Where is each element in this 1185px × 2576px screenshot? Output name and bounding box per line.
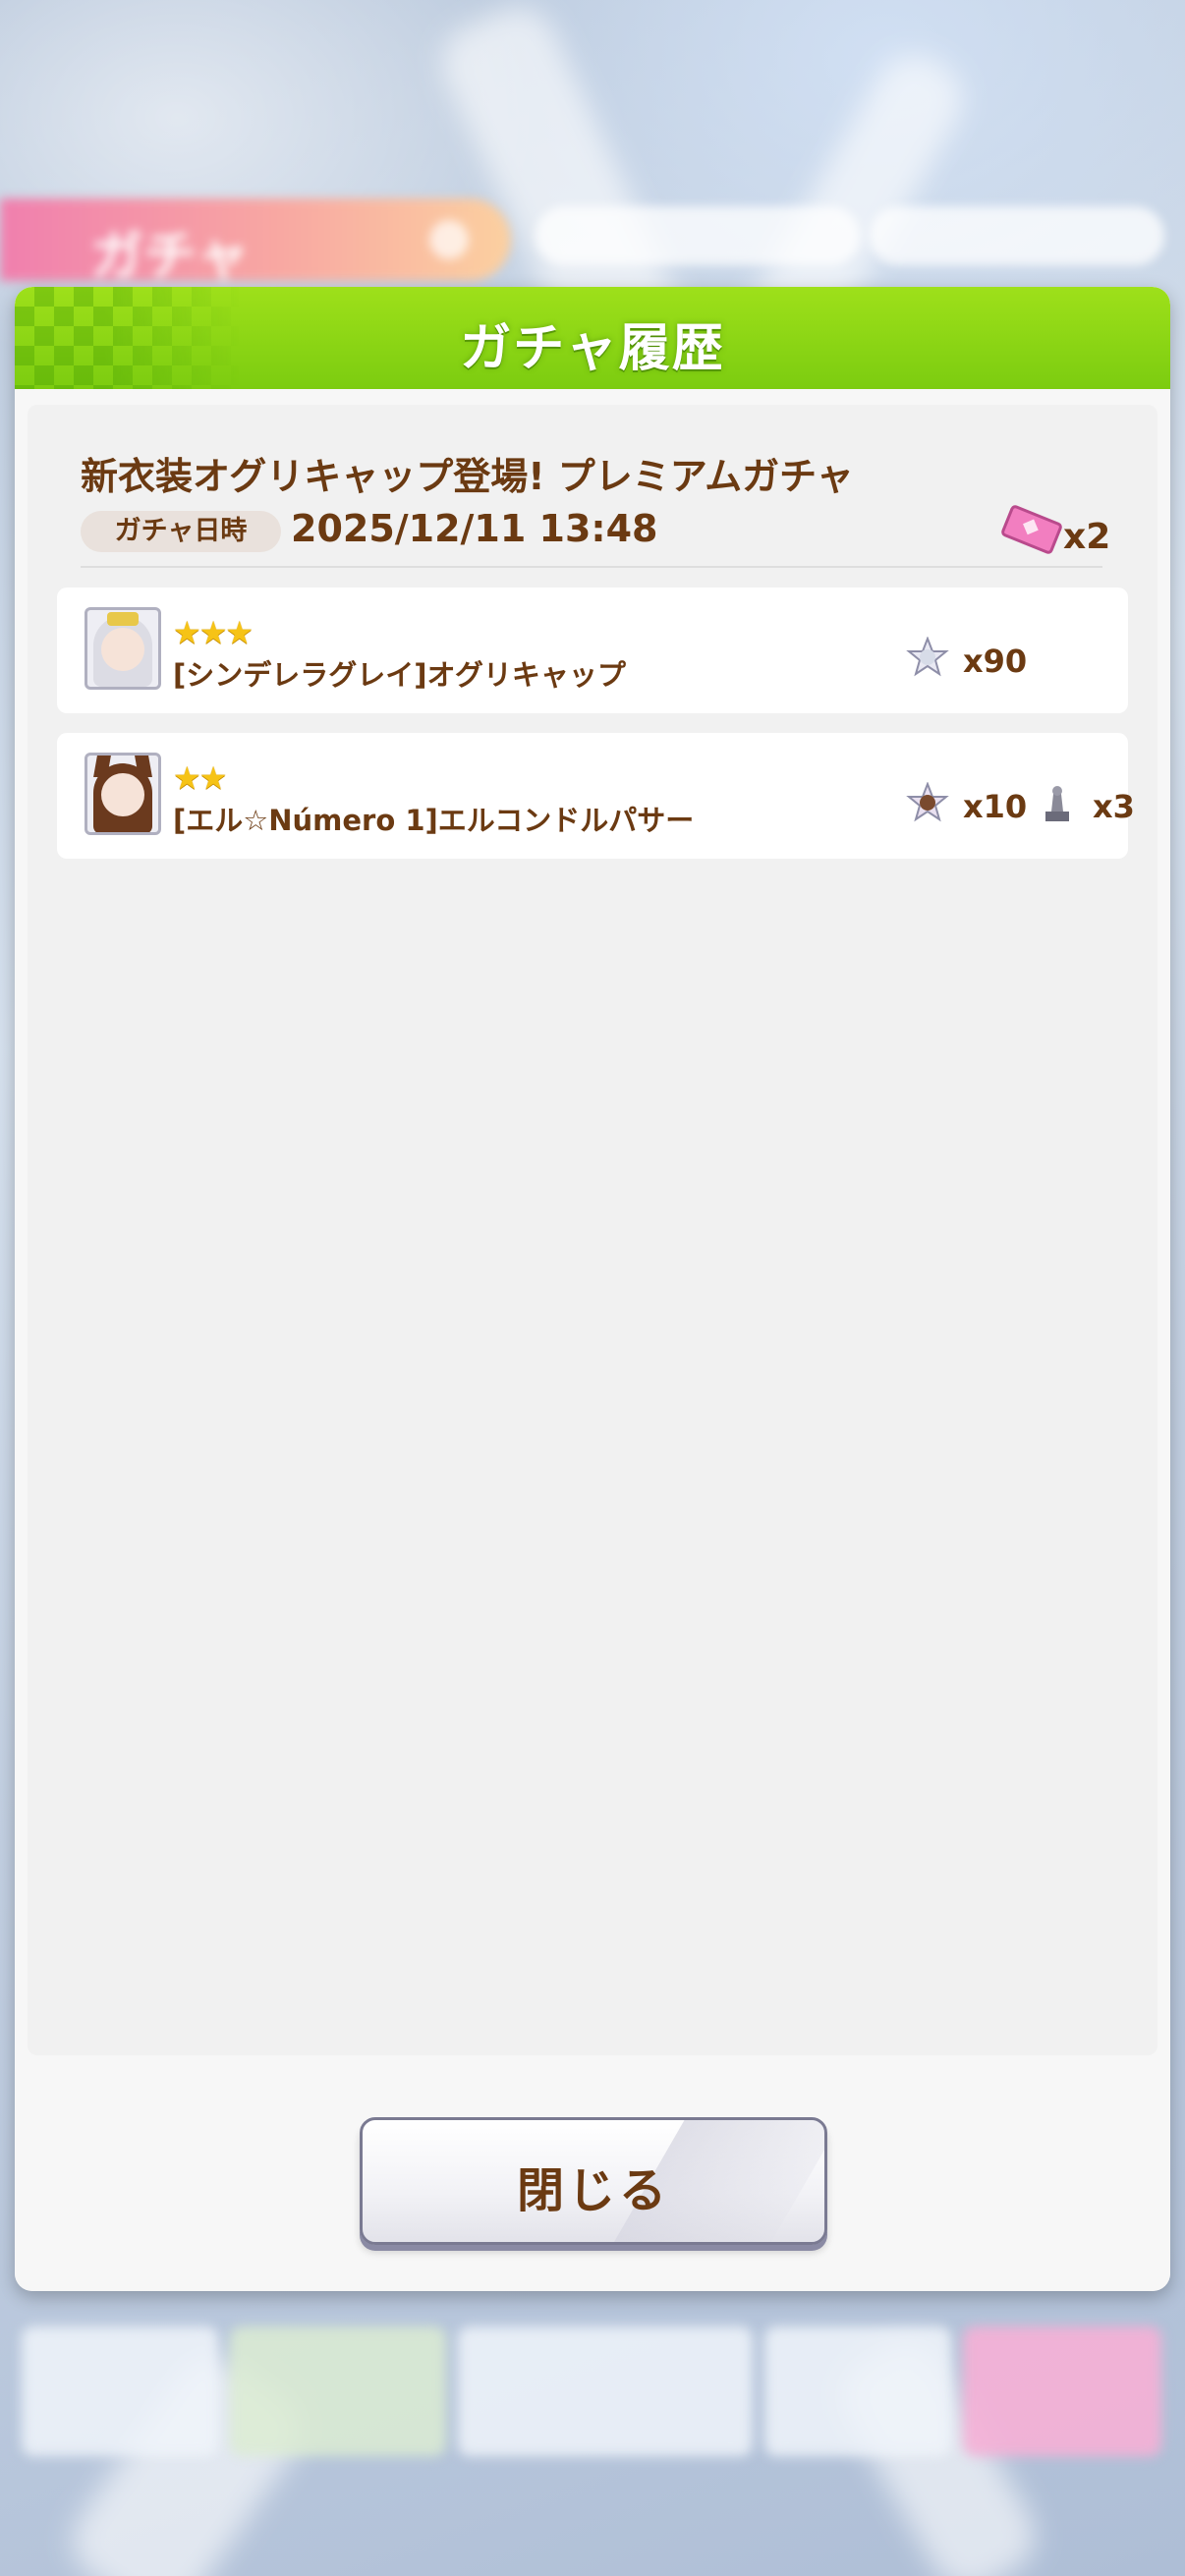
character-name: [エル☆Número 1]エルコンドルパサー [173, 804, 695, 837]
history-panel[interactable]: 新衣装オグリキャップ登場! プレミアムガチャ ガチャ日時 2025/12/11 … [28, 405, 1157, 2055]
memorial-piece-icon [906, 637, 949, 677]
character-name: [シンデレラグレイ]オグリキャップ [173, 658, 626, 692]
result-row: ★★★ [シンデレラグレイ]オグリキャップ x90 [57, 588, 1128, 713]
background-bottom-nav [22, 2326, 1161, 2456]
divider [81, 566, 1102, 568]
currency-bar [536, 206, 860, 265]
close-button[interactable]: 閉じる [360, 2117, 827, 2245]
dialog-header: ガチャ履歴 [15, 287, 1170, 389]
date-label: ガチャ日時 [81, 511, 281, 552]
close-button-label: 閉じる [516, 2163, 670, 2218]
ticket-cost: x2 [999, 503, 1112, 557]
character-avatar [85, 607, 161, 690]
background-screen-title: ガチャ [90, 225, 250, 287]
goddess-statue-icon [1045, 786, 1069, 821]
result-row: ★★ [エル☆Número 1]エルコンドルパサー x10 x3 [57, 733, 1135, 859]
rarity-stars: ★★★ [173, 614, 254, 651]
reward-amount: x90 [963, 643, 1028, 680]
character-avatar [85, 753, 161, 835]
date-value: 2025/12/11 13:48 [291, 507, 658, 550]
dialog-title: ガチャ履歴 [460, 319, 725, 378]
reward-amount: x10 [963, 788, 1028, 825]
background-top-bar: ガチャ [0, 193, 1185, 287]
rarity-stars: ★★ [173, 759, 227, 797]
currency-bar [870, 206, 1164, 265]
info-icon [429, 220, 469, 259]
gacha-ticket-icon [999, 503, 1064, 556]
memorial-piece-icon [906, 782, 949, 822]
ticket-amount: x2 [1063, 517, 1111, 557]
reward-amount: x3 [1093, 788, 1135, 825]
gacha-history-dialog: ガチャ履歴 新衣装オグリキャップ登場! プレミアムガチャ ガチャ日時 2025/… [15, 287, 1170, 2291]
banner-name: 新衣装オグリキャップ登場! プレミアムガチャ [81, 455, 854, 498]
